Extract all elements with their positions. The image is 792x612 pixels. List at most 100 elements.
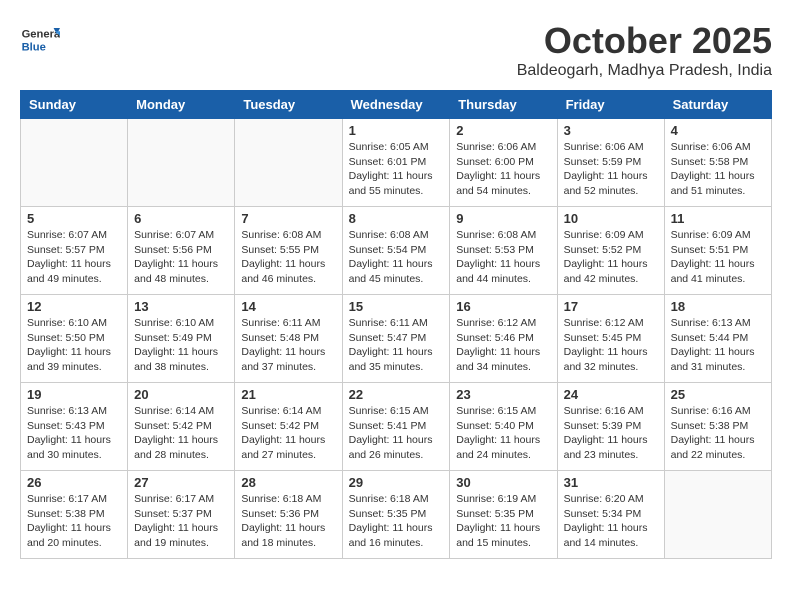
cell-content: Sunrise: 6:10 AM Sunset: 5:50 PM Dayligh… bbox=[27, 316, 121, 375]
calendar-cell: 27 Sunrise: 6:17 AM Sunset: 5:37 PM Dayli… bbox=[128, 471, 235, 559]
calendar-cell: 29Sunrise: 6:18 AM Sunset: 5:35 PM Dayli… bbox=[342, 471, 450, 559]
month-title: October 2025 bbox=[517, 20, 772, 62]
day-number: 1 bbox=[349, 123, 444, 138]
logo-icon: General Blue bbox=[20, 20, 60, 60]
day-number: 10 bbox=[564, 211, 658, 226]
calendar-cell: 13 Sunrise: 6:10 AM Sunset: 5:49 PM Dayli… bbox=[128, 295, 235, 383]
calendar-cell: 25Sunrise: 6:16 AM Sunset: 5:38 PM Dayli… bbox=[664, 383, 771, 471]
calendar-cell: 30 Sunrise: 6:19 AM Sunset: 5:35 PM Dayli… bbox=[450, 471, 557, 559]
calendar-week-row: 1Sunrise: 6:05 AM Sunset: 6:01 PM Daylig… bbox=[21, 119, 772, 207]
cell-content: Sunrise: 6:14 AM Sunset: 5:42 PM Dayligh… bbox=[241, 404, 335, 463]
day-number: 5 bbox=[27, 211, 121, 226]
cell-content: Sunrise: 6:08 AM Sunset: 5:55 PM Dayligh… bbox=[241, 228, 335, 287]
day-number: 7 bbox=[241, 211, 335, 226]
calendar-cell: 31Sunrise: 6:20 AM Sunset: 5:34 PM Dayli… bbox=[557, 471, 664, 559]
calendar-table: SundayMondayTuesdayWednesdayThursdayFrid… bbox=[20, 90, 772, 559]
weekday-header-cell: Monday bbox=[128, 91, 235, 119]
cell-content: Sunrise: 6:17 AM Sunset: 5:38 PM Dayligh… bbox=[27, 492, 121, 551]
calendar-cell: 26 Sunrise: 6:17 AM Sunset: 5:38 PM Dayli… bbox=[21, 471, 128, 559]
calendar-cell: 22Sunrise: 6:15 AM Sunset: 5:41 PM Dayli… bbox=[342, 383, 450, 471]
day-number: 13 bbox=[134, 299, 228, 314]
cell-content: Sunrise: 6:10 AM Sunset: 5:49 PM Dayligh… bbox=[134, 316, 228, 375]
calendar-cell: 12 Sunrise: 6:10 AM Sunset: 5:50 PM Dayli… bbox=[21, 295, 128, 383]
calendar-cell: 7 Sunrise: 6:08 AM Sunset: 5:55 PM Daylig… bbox=[235, 207, 342, 295]
day-number: 9 bbox=[456, 211, 550, 226]
logo: General Blue bbox=[20, 20, 60, 60]
day-number: 16 bbox=[456, 299, 550, 314]
calendar-cell: 15 Sunrise: 6:11 AM Sunset: 5:47 PM Dayli… bbox=[342, 295, 450, 383]
title-block: October 2025 Baldeogarh, Madhya Pradesh,… bbox=[517, 20, 772, 80]
day-number: 19 bbox=[27, 387, 121, 402]
calendar-cell: 20Sunrise: 6:14 AM Sunset: 5:42 PM Dayli… bbox=[128, 383, 235, 471]
calendar-cell: 14 Sunrise: 6:11 AM Sunset: 5:48 PM Dayli… bbox=[235, 295, 342, 383]
weekday-header-cell: Saturday bbox=[664, 91, 771, 119]
cell-content: Sunrise: 6:13 AM Sunset: 5:43 PM Dayligh… bbox=[27, 404, 121, 463]
svg-text:Blue: Blue bbox=[22, 41, 46, 53]
weekday-header-cell: Tuesday bbox=[235, 91, 342, 119]
cell-content: Sunrise: 6:06 AM Sunset: 5:58 PM Dayligh… bbox=[671, 140, 765, 199]
day-number: 31 bbox=[564, 475, 658, 490]
cell-content: Sunrise: 6:13 AM Sunset: 5:44 PM Dayligh… bbox=[671, 316, 765, 375]
calendar-cell: 23Sunrise: 6:15 AM Sunset: 5:40 PM Dayli… bbox=[450, 383, 557, 471]
cell-content: Sunrise: 6:17 AM Sunset: 5:37 PM Dayligh… bbox=[134, 492, 228, 551]
cell-content: Sunrise: 6:12 AM Sunset: 5:45 PM Dayligh… bbox=[564, 316, 658, 375]
day-number: 14 bbox=[241, 299, 335, 314]
cell-content: Sunrise: 6:09 AM Sunset: 5:51 PM Dayligh… bbox=[671, 228, 765, 287]
day-number: 22 bbox=[349, 387, 444, 402]
day-number: 24 bbox=[564, 387, 658, 402]
calendar-cell: 16 Sunrise: 6:12 AM Sunset: 5:46 PM Dayli… bbox=[450, 295, 557, 383]
cell-content: Sunrise: 6:07 AM Sunset: 5:56 PM Dayligh… bbox=[134, 228, 228, 287]
calendar-cell bbox=[664, 471, 771, 559]
calendar-cell bbox=[235, 119, 342, 207]
day-number: 8 bbox=[349, 211, 444, 226]
day-number: 28 bbox=[241, 475, 335, 490]
cell-content: Sunrise: 6:06 AM Sunset: 6:00 PM Dayligh… bbox=[456, 140, 550, 199]
day-number: 4 bbox=[671, 123, 765, 138]
day-number: 15 bbox=[349, 299, 444, 314]
cell-content: Sunrise: 6:06 AM Sunset: 5:59 PM Dayligh… bbox=[564, 140, 658, 199]
calendar-cell: 8Sunrise: 6:08 AM Sunset: 5:54 PM Daylig… bbox=[342, 207, 450, 295]
calendar-cell: 3 Sunrise: 6:06 AM Sunset: 5:59 PM Daylig… bbox=[557, 119, 664, 207]
calendar-cell: 10 Sunrise: 6:09 AM Sunset: 5:52 PM Dayli… bbox=[557, 207, 664, 295]
calendar-cell: 4 Sunrise: 6:06 AM Sunset: 5:58 PM Daylig… bbox=[664, 119, 771, 207]
calendar-cell: 19 Sunrise: 6:13 AM Sunset: 5:43 PM Dayli… bbox=[21, 383, 128, 471]
cell-content: Sunrise: 6:11 AM Sunset: 5:47 PM Dayligh… bbox=[349, 316, 444, 375]
calendar-week-row: 19 Sunrise: 6:13 AM Sunset: 5:43 PM Dayli… bbox=[21, 383, 772, 471]
calendar-cell: 28 Sunrise: 6:18 AM Sunset: 5:36 PM Dayli… bbox=[235, 471, 342, 559]
calendar-week-row: 12 Sunrise: 6:10 AM Sunset: 5:50 PM Dayli… bbox=[21, 295, 772, 383]
cell-content: Sunrise: 6:08 AM Sunset: 5:53 PM Dayligh… bbox=[456, 228, 550, 287]
cell-content: Sunrise: 6:07 AM Sunset: 5:57 PM Dayligh… bbox=[27, 228, 121, 287]
day-number: 12 bbox=[27, 299, 121, 314]
calendar-cell: 17 Sunrise: 6:12 AM Sunset: 5:45 PM Dayli… bbox=[557, 295, 664, 383]
calendar-body: 1Sunrise: 6:05 AM Sunset: 6:01 PM Daylig… bbox=[21, 119, 772, 559]
weekday-header-cell: Sunday bbox=[21, 91, 128, 119]
cell-content: Sunrise: 6:18 AM Sunset: 5:36 PM Dayligh… bbox=[241, 492, 335, 551]
calendar-week-row: 26 Sunrise: 6:17 AM Sunset: 5:38 PM Dayli… bbox=[21, 471, 772, 559]
calendar-cell: 5 Sunrise: 6:07 AM Sunset: 5:57 PM Daylig… bbox=[21, 207, 128, 295]
day-number: 18 bbox=[671, 299, 765, 314]
day-number: 21 bbox=[241, 387, 335, 402]
day-number: 17 bbox=[564, 299, 658, 314]
cell-content: Sunrise: 6:18 AM Sunset: 5:35 PM Dayligh… bbox=[349, 492, 444, 551]
cell-content: Sunrise: 6:09 AM Sunset: 5:52 PM Dayligh… bbox=[564, 228, 658, 287]
weekday-header-cell: Friday bbox=[557, 91, 664, 119]
cell-content: Sunrise: 6:19 AM Sunset: 5:35 PM Dayligh… bbox=[456, 492, 550, 551]
calendar-cell: 11 Sunrise: 6:09 AM Sunset: 5:51 PM Dayli… bbox=[664, 207, 771, 295]
day-number: 20 bbox=[134, 387, 228, 402]
day-number: 27 bbox=[134, 475, 228, 490]
day-number: 3 bbox=[564, 123, 658, 138]
calendar-cell: 1Sunrise: 6:05 AM Sunset: 6:01 PM Daylig… bbox=[342, 119, 450, 207]
page-header: General Blue October 2025 Baldeogarh, Ma… bbox=[20, 20, 772, 80]
cell-content: Sunrise: 6:11 AM Sunset: 5:48 PM Dayligh… bbox=[241, 316, 335, 375]
calendar-cell: 21 Sunrise: 6:14 AM Sunset: 5:42 PM Dayli… bbox=[235, 383, 342, 471]
cell-content: Sunrise: 6:12 AM Sunset: 5:46 PM Dayligh… bbox=[456, 316, 550, 375]
day-number: 30 bbox=[456, 475, 550, 490]
cell-content: Sunrise: 6:16 AM Sunset: 5:39 PM Dayligh… bbox=[564, 404, 658, 463]
cell-content: Sunrise: 6:15 AM Sunset: 5:40 PM Dayligh… bbox=[456, 404, 550, 463]
calendar-cell bbox=[21, 119, 128, 207]
calendar-cell: 6 Sunrise: 6:07 AM Sunset: 5:56 PM Daylig… bbox=[128, 207, 235, 295]
day-number: 26 bbox=[27, 475, 121, 490]
day-number: 2 bbox=[456, 123, 550, 138]
day-number: 11 bbox=[671, 211, 765, 226]
day-number: 6 bbox=[134, 211, 228, 226]
